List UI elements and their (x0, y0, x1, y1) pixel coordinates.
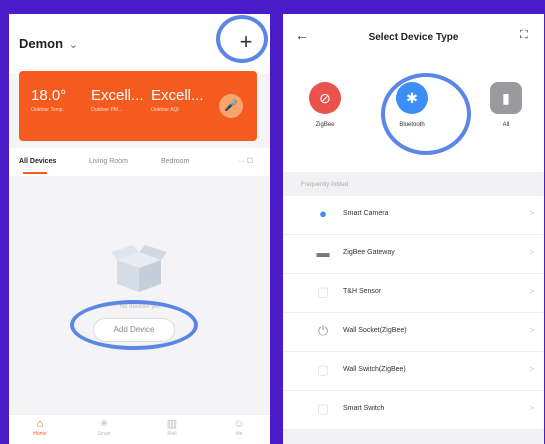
weather-pm-label: Outdoor PM... (91, 107, 123, 113)
room-tabs: All Devices Living Room Bedroom ··· ☐ (9, 148, 270, 176)
switch-icon: ▢ (316, 362, 330, 377)
socket-icon: ⏻ (317, 323, 329, 338)
nav-smart-label: Smart (97, 431, 111, 437)
weather-aqi: Excell... Outdoor AQI (151, 87, 204, 113)
nav-me-label: Me (235, 431, 243, 437)
weather-temp: 18.0° Outdoor Temp. (31, 87, 66, 113)
nav-me[interactable]: ☺ Me (214, 417, 264, 437)
profile-icon: ☺ (233, 418, 245, 430)
camera-icon: ● (319, 206, 327, 221)
device-list-empty: No devices yet Add Device (9, 176, 270, 414)
weather-temp-unit: ° (60, 87, 67, 104)
device-type-label: Wall Socket(ZigBee) (343, 327, 407, 334)
chevron-right-icon: > (529, 403, 535, 413)
list-item[interactable]: ⏻ Wall Socket(ZigBee) > (283, 313, 544, 352)
smart-icon: ✳ (99, 418, 109, 430)
all-devices-icon: ▮ (490, 82, 522, 114)
nav-home[interactable]: ⌂ Home (15, 417, 65, 437)
home-icon: ⌂ (36, 418, 44, 430)
scan-icon[interactable]: ⛶ (520, 29, 528, 42)
category-zigbee-label: ZigBee (315, 122, 335, 128)
device-type-list: ● Smart Camera > ▬ ZigBee Gateway > ▢ T&… (283, 196, 544, 430)
category-row: ⊘ ZigBee ✱ Bluetooth ▮ All (283, 60, 544, 172)
category-zigbee[interactable]: ⊘ ZigBee (300, 82, 350, 128)
empty-box-icon (111, 245, 167, 292)
switch-icon: ▢ (316, 401, 330, 416)
category-all-label: All (502, 122, 510, 128)
weather-aqi-value: Excell... (151, 87, 204, 104)
tab-more-icon[interactable]: ··· ☐ (238, 157, 253, 165)
device-type-label: ZigBee Gateway (343, 249, 395, 256)
active-tab-indicator (23, 172, 47, 174)
category-all[interactable]: ▮ All (481, 82, 531, 128)
device-type-label: T&H Sensor (343, 288, 382, 295)
select-header: ← Select Device Type ⛶ (283, 14, 544, 60)
list-item[interactable]: ▢ T&H Sensor > (283, 274, 544, 313)
list-item[interactable]: ▢ Smart Switch > (283, 391, 544, 430)
device-type-label: Wall Switch(ZigBee) (343, 366, 406, 373)
chevron-right-icon: > (529, 247, 535, 257)
add-device-plus-button[interactable]: + (232, 28, 260, 56)
zigbee-icon: ⊘ (309, 82, 341, 114)
select-device-type-screen: ← Select Device Type ⛶ ⊘ ZigBee ✱ Blueto… (283, 14, 544, 444)
tab-living-room[interactable]: Living Room (89, 158, 128, 165)
category-bluetooth-label: Bluetooth (399, 122, 425, 128)
device-type-label: Smart Switch (343, 405, 385, 412)
page-title: Select Device Type (368, 32, 459, 43)
home-name: Demon (19, 36, 64, 51)
sensor-icon: ▢ (316, 284, 330, 299)
mall-icon: ▥ (166, 418, 178, 430)
empty-state-text: No devices yet (119, 304, 160, 310)
bottom-nav: ⌂ Home ✳ Smart ▥ Mall ☺ Me (9, 414, 270, 444)
chevron-right-icon: > (529, 208, 535, 218)
category-bluetooth[interactable]: ✱ Bluetooth (387, 82, 437, 128)
gateway-icon: ▬ (316, 245, 330, 260)
home-selector[interactable]: Demon ⌄ (19, 36, 78, 51)
weather-pm: Excell... Outdoor PM... (91, 87, 144, 113)
device-type-label: Smart Camera (343, 210, 389, 217)
add-device-button[interactable]: Add Device (93, 318, 175, 342)
nav-mall-label: Mall (167, 431, 177, 437)
list-item[interactable]: ▢ Wall Switch(ZigBee) > (283, 352, 544, 391)
weather-temp-value: 18.0 (31, 87, 61, 104)
chevron-right-icon: > (529, 286, 535, 296)
list-item[interactable]: ▬ ZigBee Gateway > (283, 235, 544, 274)
weather-temp-label: Outdoor Temp. (31, 107, 64, 113)
bluetooth-icon: ✱ (396, 82, 428, 114)
nav-mall[interactable]: ▥ Mall (147, 417, 197, 437)
tab-bedroom[interactable]: Bedroom (161, 158, 189, 165)
weather-pm-value: Excell... (91, 87, 144, 104)
tab-all-devices[interactable]: All Devices (19, 158, 56, 165)
weather-aqi-label: Outdoor AQI (151, 107, 179, 113)
home-screen: Demon ⌄ + 18.0° Outdoor Temp. Excell... … (9, 14, 270, 444)
nav-smart[interactable]: ✳ Smart (79, 417, 129, 437)
chevron-right-icon: > (529, 325, 535, 335)
microphone-icon[interactable]: 🎤 (219, 94, 243, 118)
nav-home-label: Home (33, 431, 47, 437)
weather-card[interactable]: 18.0° Outdoor Temp. Excell... Outdoor PM… (19, 71, 257, 141)
list-item[interactable]: ● Smart Camera > (283, 196, 544, 235)
chevron-right-icon: > (529, 364, 535, 374)
home-header: Demon ⌄ + (9, 14, 270, 74)
frequently-added-heading: Frequently Added (301, 182, 349, 188)
chevron-down-icon: ⌄ (68, 39, 78, 51)
